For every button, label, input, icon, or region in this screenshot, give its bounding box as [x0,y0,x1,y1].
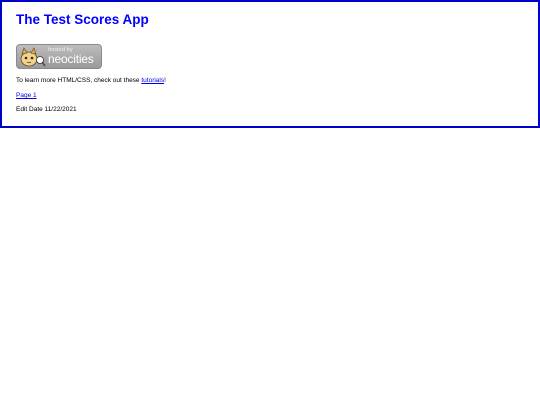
intro-text: To learn more HTML/CSS, check out these … [16,77,166,85]
page-frame: The Test Scores App hosted by neocities … [0,0,540,128]
badge-brand-text: neocities [48,52,94,66]
tutorials-link[interactable]: tutorials [141,77,164,84]
edit-date: Edit Date 11/22/2021 [16,106,77,113]
neocities-cat-icon [20,47,46,67]
intro-suffix: ! [164,77,166,84]
page-link-row: Page 1 [16,92,37,100]
neocities-badge[interactable]: hosted by neocities [16,44,102,69]
page-1-link[interactable]: Page 1 [16,92,37,99]
page-title: The Test Scores App [16,12,149,27]
intro-prefix: To learn more HTML/CSS, check out these [16,77,142,84]
page-content: The Test Scores App hosted by neocities … [16,12,528,113]
